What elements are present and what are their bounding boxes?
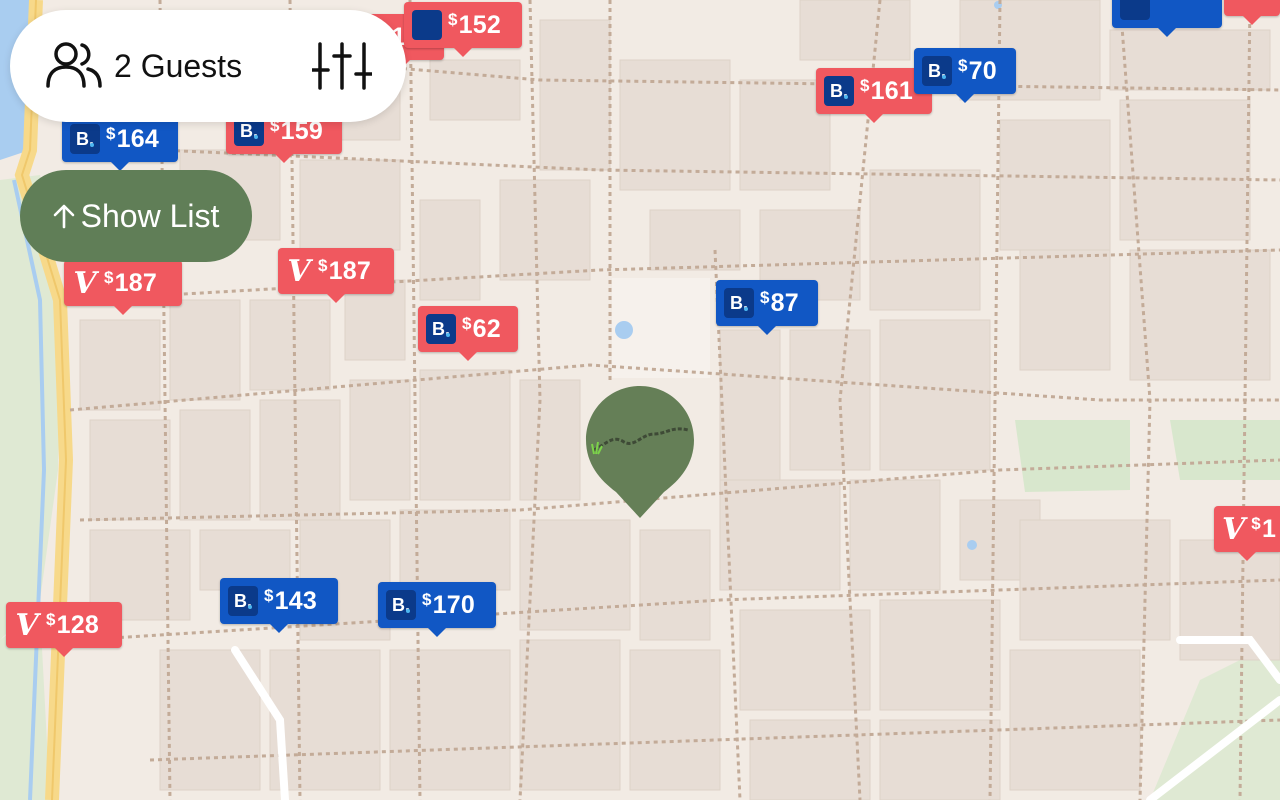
show-list-label: Show List bbox=[80, 197, 220, 234]
guests-button[interactable]: 2 Guests bbox=[44, 38, 242, 94]
listing-price: $62 bbox=[462, 313, 501, 343]
listing-pin-partial[interactable] bbox=[1112, 0, 1222, 37]
listing-price: $170 bbox=[422, 589, 475, 619]
booking-logo: B. bbox=[922, 56, 952, 86]
listing-pin[interactable]: B. $62 bbox=[418, 306, 518, 361]
listing-pin[interactable]: V $187 bbox=[278, 248, 394, 303]
location-pin-icon[interactable] bbox=[584, 384, 696, 520]
listing-pin[interactable]: $152 bbox=[404, 2, 522, 57]
listing-pin[interactable]: V $187 bbox=[64, 260, 182, 315]
booking-logo bbox=[412, 10, 442, 40]
booking-logo bbox=[1120, 0, 1150, 20]
listing-price: $87 bbox=[760, 287, 799, 317]
listing-pin[interactable]: B. $87 bbox=[716, 280, 818, 335]
listing-price: $143 bbox=[264, 585, 317, 615]
filter-button[interactable] bbox=[310, 38, 374, 94]
listing-price: $152 bbox=[448, 9, 501, 39]
vrbo-logo: V bbox=[73, 265, 97, 301]
show-list-button[interactable]: Show List bbox=[20, 170, 252, 262]
guests-label: 2 Guests bbox=[114, 47, 243, 84]
listing-price: $161 bbox=[860, 75, 913, 105]
booking-logo: B. bbox=[824, 76, 854, 106]
search-bar: 2 Guests bbox=[10, 10, 406, 122]
listing-price: $164 bbox=[106, 123, 159, 153]
listing-price: $187 bbox=[104, 267, 157, 297]
booking-logo: B. bbox=[386, 590, 416, 620]
booking-logo: B. bbox=[228, 586, 258, 616]
users-icon bbox=[46, 42, 102, 88]
listing-pin[interactable]: V $1 bbox=[1214, 506, 1280, 561]
listing-pin-partial[interactable] bbox=[1224, 0, 1280, 25]
listing-price: $70 bbox=[958, 55, 997, 85]
vrbo-logo: V bbox=[15, 607, 39, 643]
booking-logo: B. bbox=[426, 314, 456, 344]
listing-pin[interactable]: V $128 bbox=[6, 602, 122, 657]
vrbo-logo: V bbox=[287, 253, 311, 289]
listing-price: $1 bbox=[1251, 513, 1277, 543]
sliders-icon bbox=[312, 42, 372, 90]
listing-pin[interactable]: B. $170 bbox=[378, 582, 496, 637]
booking-logo: B. bbox=[70, 124, 100, 154]
arrow-up-icon bbox=[53, 204, 74, 229]
listing-pin[interactable]: B. $143 bbox=[220, 578, 338, 633]
booking-logo: B. bbox=[724, 288, 754, 318]
listing-price: $128 bbox=[46, 609, 99, 639]
listing-price: $187 bbox=[318, 255, 371, 285]
listing-pin[interactable]: B. $164 bbox=[62, 116, 178, 171]
vrbo-logo: V bbox=[1222, 511, 1246, 547]
listing-price: $159 bbox=[270, 115, 323, 145]
listing-pin[interactable]: B. $70 bbox=[914, 48, 1016, 103]
